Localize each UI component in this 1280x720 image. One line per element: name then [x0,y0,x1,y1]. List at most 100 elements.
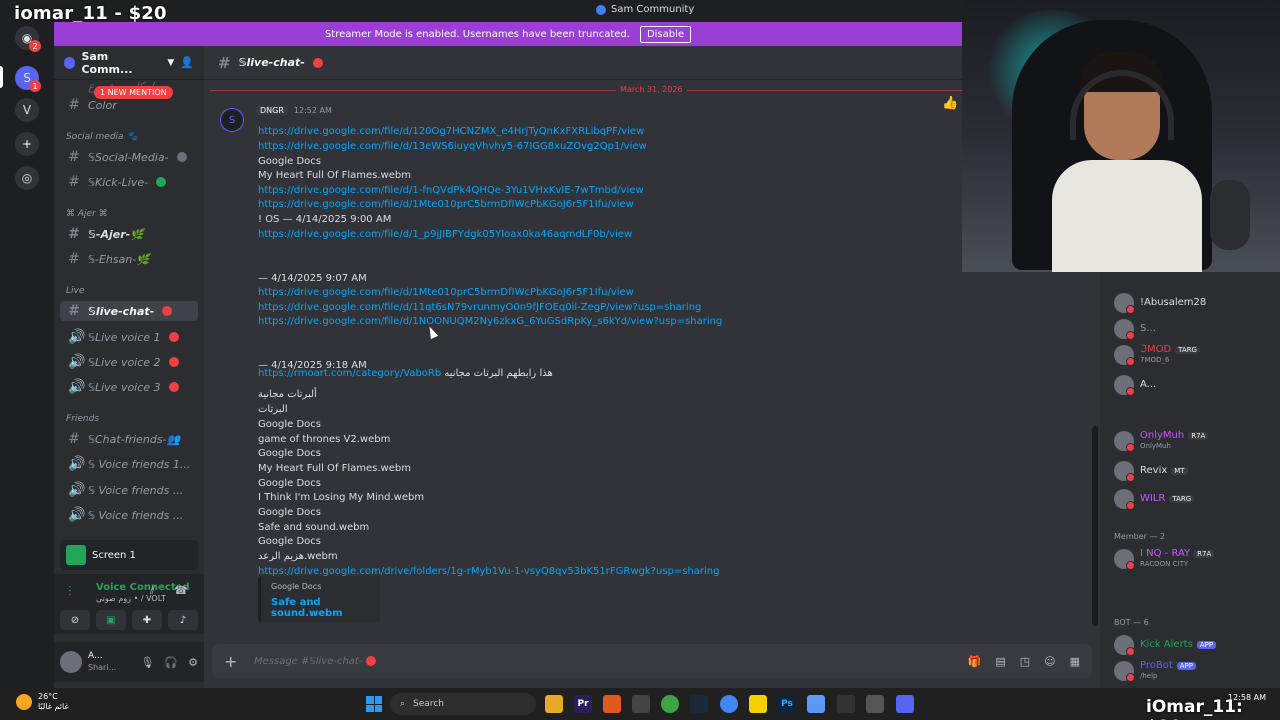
message-text: البرتات [258,404,288,415]
search-icon: ⌕ [400,699,406,709]
soundboard-button[interactable]: ♪ [168,610,198,630]
voice-panel: ⫶ Voice Connected زوم صوتي • / VOLT ⫽ ☎ … [54,574,204,634]
speaker-icon: 🔊 [68,456,86,472]
avatar[interactable]: S [220,108,244,132]
channel-live-chat[interactable]: # 𝕊live-chat- [60,301,198,321]
category-friends[interactable]: Friends [66,414,99,424]
gif-icon[interactable]: ▤ [995,655,1005,668]
add-server-button[interactable]: + [15,132,39,156]
channel-chat-friends[interactable]: # 𝕊Chat-friends-👥 [60,429,198,449]
member-item[interactable]: OnlyMuh R7A OnlyMuh [1114,430,1209,452]
member-item[interactable]: Revix MT [1114,460,1188,482]
hash-icon: # [68,97,80,113]
disable-streamer-mode-button[interactable]: Disable [639,25,692,43]
category-live[interactable]: Live [66,286,84,296]
member-item[interactable]: I NQ - RAY R7A RACOON CITY [1114,548,1215,570]
chat-scrollbar[interactable] [1092,426,1098,626]
message-input[interactable]: Message #𝕊live-chat- [254,656,377,667]
message-link[interactable]: https://drive.google.com/file/d/11qt6sN7… [258,302,701,313]
photoshop-icon[interactable]: Ps [778,695,796,713]
member-item[interactable]: !Abusalem28 [1114,292,1206,314]
server-sam-community[interactable]: S 1 [15,66,41,92]
category-social-media[interactable]: Social media 🐾 [66,132,138,142]
message-link[interactable]: https://drive.google.com/file/d/1Mte010p… [258,199,634,210]
steam-icon[interactable] [690,695,708,713]
message-text: My Heart Full Of Flames.webm [258,463,411,474]
premiere-icon[interactable]: Pr [574,695,592,713]
voice-channel-name[interactable]: زوم صوتي • / VOLT [96,594,166,603]
noise-suppression-icon[interactable]: ⫽ [150,584,155,598]
member-item[interactable]: WILR TARG [1114,488,1195,510]
member-item[interactable]: A... [1114,374,1156,396]
camera-off-button[interactable]: ⊘ [60,610,90,630]
avatar [1114,635,1135,656]
status-dot [168,332,179,342]
screen-share-panel[interactable]: Screen 1 [60,540,198,570]
stop-stream-button[interactable]: ▣ [96,610,126,630]
member-item[interactable]: ℑMOD TARG 7MOD_6 [1114,344,1200,366]
voice-channel-friends-2[interactable]: 🔊 𝕊 Voice friends ... [60,480,198,500]
emoji-icon[interactable]: ☺ [1044,655,1055,668]
voice-channel-friends-1[interactable]: 🔊 𝕊 Voice friends 1... [60,454,198,474]
message-timestamp: 12:52 AM [293,106,332,115]
server-header[interactable]: Sam Comm... ▼ 👤 [54,46,204,80]
category-ajer[interactable]: ⌘ Ajer ⌘ [66,209,108,219]
obs-icon[interactable] [632,695,650,713]
start-button[interactable] [366,696,382,712]
embed-title[interactable]: Safe and sound.webm [271,597,370,619]
chrome-profile-icon[interactable] [720,695,738,713]
network-app-icon[interactable] [807,695,825,713]
message-link[interactable]: https://rmoart.com/category/VaboRb [258,368,441,379]
server-v[interactable]: V [15,98,39,122]
stream-overlay-top: iomar_11 - $20 [14,3,167,24]
gift-icon[interactable]: 🎁 [968,655,982,668]
discover-button[interactable]: ◎ [15,166,39,190]
voice-channel-live-3[interactable]: 🔊 𝕊Live voice 3 [60,377,198,397]
file-explorer-icon[interactable] [545,695,563,713]
gear-icon[interactable]: ⚙ [188,656,198,669]
member-name: !Abusalem28 [1140,297,1207,308]
message-link[interactable]: https://drive.google.com/file/d/1NOONUQM… [258,316,722,327]
message-link[interactable]: https://drive.google.com/file/d/120Og7HC… [258,126,644,137]
member-name: Kick Alerts [1140,639,1193,650]
avatar[interactable] [60,651,82,673]
sticky-notes-icon[interactable] [749,695,767,713]
apps-icon[interactable]: ▦ [1070,655,1080,668]
taskbar-search[interactable]: ⌕ Search [390,693,536,715]
app-icon-orange[interactable] [603,695,621,713]
sticker-icon[interactable]: ◳ [1020,655,1030,668]
voice-channel-friends-3[interactable]: 🔊 𝕊 Voice friends ... [60,505,198,525]
new-mention-pill[interactable]: 1 NEW MENTION [94,86,173,99]
message-link[interactable]: https://drive.google.com/file/d/1_p9jJIB… [258,229,632,240]
avatar [1114,461,1135,482]
home-button[interactable]: ◉ 2 [15,26,41,52]
invite-people-icon[interactable]: 👤 [180,56,194,69]
message-composer[interactable]: + Message #𝕊live-chat- 🎁 ▤ ◳ ☺ ▦ [212,644,1092,678]
thumbs-up-icon[interactable]: 👍 [942,96,958,111]
weather-widget[interactable]: 26°C غائم غالبًا [16,692,69,712]
headphones-icon[interactable]: 🎧 [164,656,178,669]
calculator-icon[interactable] [837,695,855,713]
chrome-icon[interactable] [661,695,679,713]
channel-kick-live[interactable]: # 𝕊Kick-Live- [60,172,198,192]
discord-taskbar-icon[interactable] [896,695,914,713]
message-link[interactable]: https://drive.google.com/file/d/1Mte010p… [258,287,634,298]
member-item[interactable]: S... [1114,318,1156,340]
message-link[interactable]: https://drive.google.com/file/d/1-fnQVdP… [258,185,644,196]
settings-icon[interactable] [866,695,884,713]
plus-icon[interactable]: + [224,652,238,671]
channel-social-media[interactable]: # 𝕊Social-Media- [60,147,198,167]
activities-button[interactable]: ✚ [132,610,162,630]
member-item[interactable]: ProBot APP/help [1114,660,1196,682]
role-badge: R7A [1188,432,1209,440]
channel-ehsan[interactable]: # 𝕊-Ehsan-🌿 [60,249,198,269]
message-text: هذا رابطهم البرتات مجانيه [441,368,553,379]
microphone-icon[interactable]: 🎙 [140,656,154,669]
compass-icon: ◎ [21,171,33,185]
channel-ajer[interactable]: # 𝕊-Ajer-🌿 [60,224,198,244]
member-item[interactable]: Kick Alerts APP [1114,634,1217,656]
disconnect-icon[interactable]: ☎ [174,584,188,597]
voice-channel-live-1[interactable]: 🔊 𝕊Live voice 1 [60,327,198,347]
message-link[interactable]: https://drive.google.com/file/d/13eWS6iu… [258,141,647,152]
voice-channel-live-2[interactable]: 🔊 𝕊Live voice 2 [60,352,198,372]
